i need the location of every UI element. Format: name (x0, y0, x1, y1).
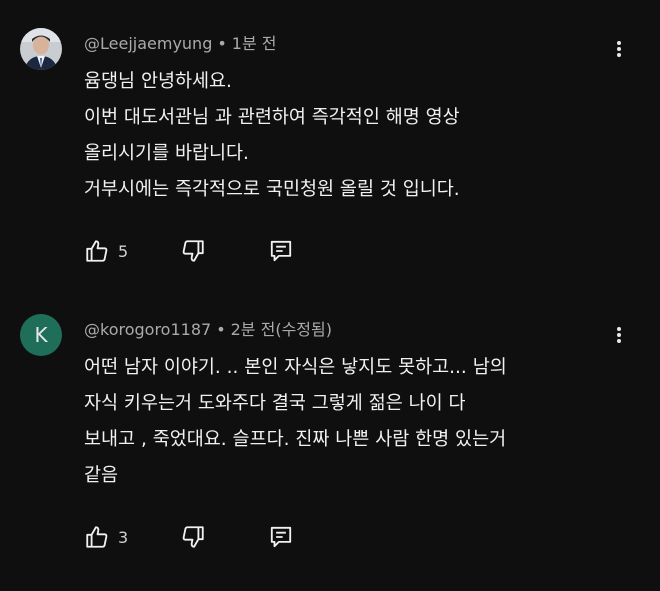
reply-icon (270, 240, 292, 262)
thumbs-up-icon (86, 240, 108, 262)
like-button[interactable]: 3 (84, 524, 144, 552)
avatar[interactable] (20, 28, 62, 70)
comment-line: 같음 (84, 465, 119, 486)
thumbs-down-icon (182, 526, 204, 548)
dislike-button[interactable] (180, 524, 210, 552)
comment-time[interactable]: 1분 전 (232, 34, 277, 53)
comment-line: 자식 키우는거 도와주다 결국 그렇게 젊은 나이 다 (84, 393, 466, 414)
reply-button[interactable] (268, 238, 298, 266)
thumbs-up-icon (86, 526, 108, 548)
reply-button[interactable] (268, 524, 298, 552)
comment-text: 어떤 남자 이야기. .. 본인 자식은 낳지도 못하고... 남의 자식 키우… (84, 350, 584, 494)
like-count: 3 (118, 528, 129, 547)
like-count: 5 (118, 242, 129, 261)
separator: • (217, 34, 227, 53)
like-button[interactable]: 5 (84, 238, 144, 266)
separator: • (216, 320, 226, 339)
author-name[interactable]: @korogoro1187 (84, 320, 211, 339)
comment-header: @korogoro1187 • 2분 전(수정됨) (84, 316, 332, 340)
comment-line: 이번 대도서관님 과 관련하여 즉각적인 해명 영상 (84, 107, 460, 128)
reply-icon (270, 526, 292, 548)
comment-line: 보내고 , 죽었대요. 슬프다. 진짜 나쁜 사람 한명 있는거 (84, 429, 507, 450)
comment-header: @Leejjaemyung • 1분 전 (84, 30, 277, 54)
comment-line: 올리시기를 바랍니다. (84, 143, 249, 164)
comment-line: 어떤 남자 이야기. .. 본인 자식은 낳지도 못하고... 남의 (84, 357, 507, 378)
comment-line: 윰댕님 안녕하세요. (84, 71, 232, 92)
comment-time[interactable]: 2분 전(수정됨) (231, 320, 332, 339)
avatar[interactable]: K (20, 314, 62, 356)
comment-line: 거부시에는 즉각적으로 국민청원 올릴 것 입니다. (84, 179, 460, 200)
dislike-button[interactable] (180, 238, 210, 266)
thumbs-down-icon (182, 240, 204, 262)
author-name[interactable]: @Leejjaemyung (84, 34, 212, 53)
more-vert-icon[interactable] (606, 322, 632, 348)
comment-text: 윰댕님 안녕하세요. 이번 대도서관님 과 관련하여 즉각적인 해명 영상 올리… (84, 64, 584, 208)
more-vert-icon[interactable] (606, 36, 632, 62)
